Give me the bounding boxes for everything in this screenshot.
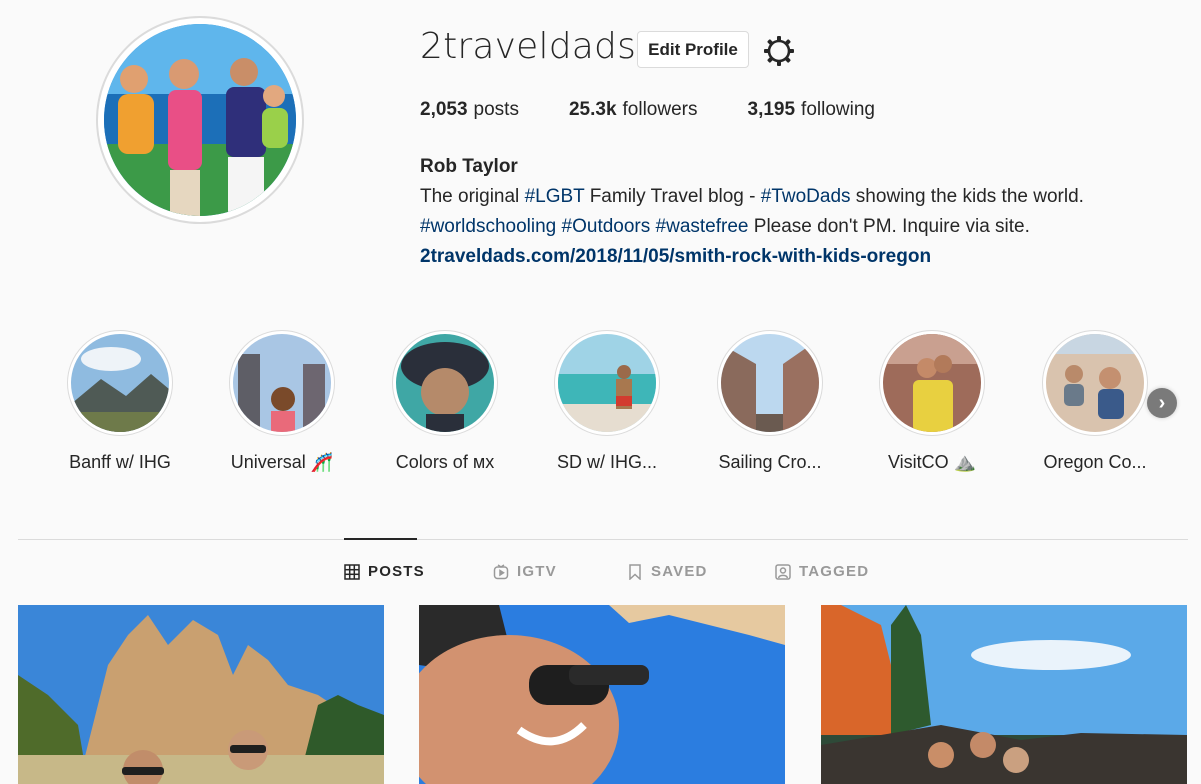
followers-count-value: 25.3k [568, 99, 617, 120]
following-count-value: 3,195 [747, 99, 796, 120]
highlight-image [233, 334, 331, 432]
followers-count[interactable]: 25.3k followers [569, 99, 698, 121]
posts-count: 2,053 posts [420, 99, 519, 121]
post-image [18, 605, 384, 784]
tab-label: TAGGED [799, 563, 870, 580]
edit-profile-button[interactable]: Edit Profile [637, 31, 749, 68]
bio-line-1: The original #LGBT Family Travel blog - … [420, 182, 1084, 212]
highlight-image [558, 334, 656, 432]
highlight-cover [229, 330, 335, 436]
highlight-cover [1042, 330, 1148, 436]
highlight-label: Oregon Co... [1043, 452, 1147, 472]
following-count-label: following [801, 99, 875, 120]
gear-icon[interactable] [762, 34, 796, 68]
highlight-item[interactable]: Universal 🎢 [207, 330, 357, 473]
grid-icon [344, 563, 360, 580]
highlight-item[interactable]: Banff w/ IHG [45, 330, 195, 473]
tab-posts[interactable]: POSTS [344, 563, 425, 580]
highlight-image [1046, 334, 1144, 432]
tagged-person-icon [775, 563, 791, 580]
tv-icon [493, 563, 509, 579]
following-count[interactable]: 3,195 following [748, 99, 875, 121]
highlight-cover [67, 330, 173, 436]
profile-page: 2traveldads Edit Profile 2,053 posts 25.… [0, 0, 1201, 784]
followers-count-label: followers [622, 99, 698, 120]
highlight-label: Colors of мх [395, 452, 495, 472]
story-highlights: Banff w/ IHG Universal 🎢 Colors of мх SD… [0, 330, 1201, 480]
bio-line-2: #worldschooling #Outdoors #wastefree Ple… [420, 212, 1084, 242]
highlight-item[interactable]: SD w/ IHG... [532, 330, 682, 473]
profile-stats: 2,053 posts 25.3k followers 3,195 follow… [420, 99, 925, 121]
post-thumbnail[interactable] [821, 605, 1187, 784]
hashtag-link[interactable]: #wastefree [656, 216, 749, 237]
hashtag-link[interactable]: #worldschooling [420, 216, 556, 237]
bio-text: Please don't PM. Inquire via site. [748, 216, 1030, 237]
post-image [821, 605, 1187, 784]
hashtag-link[interactable]: #Outdoors [562, 216, 651, 237]
posts-count-value: 2,053 [420, 99, 468, 120]
chevron-right-icon[interactable]: › [1147, 388, 1177, 418]
highlight-item[interactable]: Colors of мх [370, 330, 520, 473]
bio-text: The original [420, 186, 525, 207]
highlight-label: Banff w/ IHG [69, 452, 171, 472]
posts-count-label: posts [473, 99, 519, 120]
tab-saved[interactable]: SAVED [627, 563, 708, 580]
tab-label: SAVED [651, 563, 708, 580]
bio-text: showing the kids the world. [850, 186, 1084, 207]
hashtag-link[interactable]: #LGBT [525, 186, 585, 207]
profile-avatar[interactable] [96, 16, 304, 224]
highlight-image [721, 334, 819, 432]
profile-full-name: Rob Taylor [420, 156, 518, 177]
post-thumbnail[interactable] [419, 605, 785, 784]
highlight-item[interactable]: VisitCO ⛰️ [857, 330, 1007, 473]
highlight-image [883, 334, 981, 432]
profile-tabs: POSTS IGTV SAVED TAGGED [0, 563, 1201, 587]
highlight-cover [717, 330, 823, 436]
bio-text: Family Travel blog - [584, 186, 761, 207]
tab-igtv[interactable]: IGTV [493, 563, 557, 580]
highlight-label: Sailing Cro... [718, 452, 822, 472]
profile-website-link[interactable]: 2traveldads.com/2018/11/05/smith-rock-wi… [420, 242, 1084, 272]
hashtag-link[interactable]: #TwoDads [761, 186, 851, 207]
post-image [419, 605, 785, 784]
highlight-image [71, 334, 169, 432]
highlight-cover [392, 330, 498, 436]
highlight-image [396, 334, 494, 432]
highlight-item[interactable]: Sailing Cro... [695, 330, 845, 473]
avatar-photo [104, 24, 296, 216]
highlight-label: Universal 🎢 [230, 452, 334, 472]
highlight-label: VisitCO ⛰️ [887, 452, 977, 472]
bookmark-icon [629, 563, 641, 580]
profile-username: 2traveldads [420, 26, 637, 67]
tab-label: POSTS [368, 563, 425, 580]
active-tab-indicator [344, 538, 417, 540]
highlight-cover [879, 330, 985, 436]
tabs-divider [18, 539, 1188, 540]
highlight-label: SD w/ IHG... [556, 452, 657, 472]
tab-tagged[interactable]: TAGGED [775, 563, 869, 580]
post-thumbnail[interactable] [18, 605, 384, 784]
profile-bio: Rob Taylor The original #LGBT Family Tra… [420, 152, 1084, 272]
tab-label: IGTV [517, 563, 557, 580]
highlight-cover [554, 330, 660, 436]
